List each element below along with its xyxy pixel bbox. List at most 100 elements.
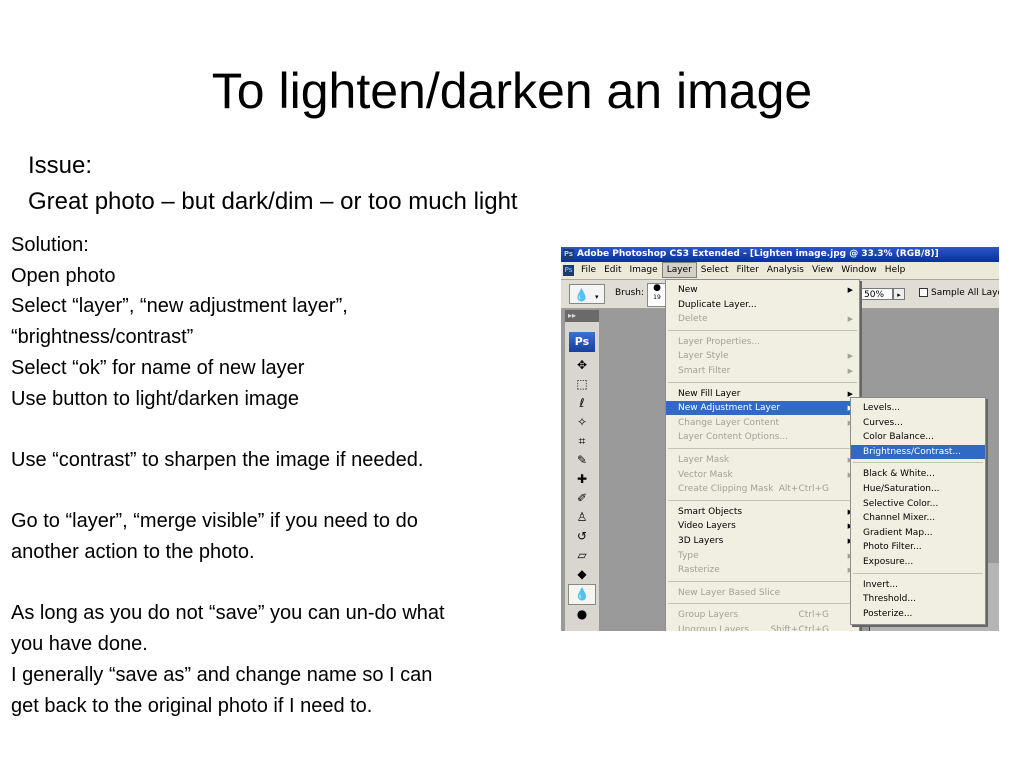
menu-item-gradient-map[interactable]: Gradient Map...: [851, 526, 985, 540]
crop-icon[interactable]: ⌗: [565, 432, 599, 451]
menu-item-threshold[interactable]: Threshold...: [851, 592, 985, 606]
menu-item-new-layer-based-slice[interactable]: New Layer Based Slice: [666, 586, 859, 600]
menu-item-label: Layer Content Options...: [678, 432, 788, 443]
menu-item-group-layers[interactable]: Group Layers Ctrl+G: [666, 608, 859, 622]
submenu-arrow-icon: ▶: [847, 367, 853, 375]
menu-item-label: Layer Properties...: [678, 336, 761, 347]
menu-item-curves[interactable]: Curves...: [851, 416, 985, 430]
photoshop-screenshot: Ps Adobe Photoshop CS3 Extended - [Lighte…: [561, 247, 999, 631]
menu-item-label: Gradient Map...: [863, 527, 933, 538]
menu-separator: [668, 580, 857, 582]
brush-icon[interactable]: ✐: [565, 489, 599, 508]
menu-item-posterize[interactable]: Posterize...: [851, 607, 985, 621]
history-brush-icon[interactable]: ↺: [565, 527, 599, 546]
brush-label: Brush:: [615, 288, 645, 298]
menu-item-label: Posterize...: [863, 608, 913, 619]
layer-menu: New ▶ Duplicate Layer... Delete ▶ Layer Prope…: [665, 279, 860, 631]
menu-item-channel-mixer[interactable]: Channel Mixer...: [851, 511, 985, 525]
solution-line: I generally “save as” and change name so…: [11, 663, 433, 686]
menu-edit[interactable]: Edit: [600, 262, 625, 279]
toolbox-logo: Ps: [569, 332, 595, 352]
slide-title: To lighten/darken an image: [211, 63, 813, 119]
menu-item-ungroup-layers[interactable]: Ungroup Layers Shift+Ctrl+G: [666, 623, 859, 631]
paint-bucket-icon[interactable]: ◆: [565, 565, 599, 584]
marquee-icon[interactable]: ⬚: [565, 375, 599, 394]
menu-item-hue-saturation[interactable]: Hue/Saturation...: [851, 482, 985, 496]
menu-item-black-white[interactable]: Black & White...: [851, 467, 985, 481]
strength-field[interactable]: 50%: [861, 288, 893, 300]
strength-arrow-button[interactable]: ▸: [893, 288, 905, 300]
menu-file[interactable]: File: [577, 262, 600, 279]
menu-item-exposure[interactable]: Exposure...: [851, 555, 985, 569]
solution-line: another action to the photo.: [11, 541, 255, 563]
menu-item-new-adjustment-layer[interactable]: New Adjustment Layer▶: [666, 401, 859, 416]
menu-item-brightness-contrast[interactable]: Brightness/Contrast...: [851, 444, 985, 459]
menu-item-new-fill-layer[interactable]: New Fill Layer ▶: [666, 387, 859, 401]
drop-icon: 💧: [574, 288, 589, 302]
menu-item-label: Layer Style: [678, 351, 729, 362]
menu-item-label: Black & White...: [863, 469, 935, 480]
menu-help[interactable]: Help: [881, 262, 910, 279]
menu-item-levels[interactable]: Levels...: [851, 401, 985, 415]
menu-bar: Ps File Edit Image Layer Select Filter Analysis…: [561, 262, 999, 280]
document-icon[interactable]: Ps: [563, 265, 574, 276]
menu-view[interactable]: View: [808, 262, 837, 279]
spot-healing-icon[interactable]: ✚: [565, 470, 599, 489]
menu-item-label: Selective Color...: [863, 498, 939, 509]
menu-item-label: Exposure...: [863, 557, 914, 567]
menu-item-layer-style[interactable]: Layer Style ▶: [666, 349, 859, 363]
eraser-icon[interactable]: ▱: [565, 546, 599, 565]
submenu-arrow-icon: ▶: [847, 352, 853, 361]
menu-filter[interactable]: Filter: [733, 262, 763, 279]
menu-layer[interactable]: Layer: [661, 262, 697, 278]
blur-icon[interactable]: 💧: [568, 584, 596, 605]
menu-item-delete[interactable]: Delete ▶: [666, 312, 859, 326]
menu-select[interactable]: Select: [697, 262, 733, 279]
menu-item-3d-layers[interactable]: 3D Layers▶: [666, 534, 859, 548]
menu-analysis[interactable]: Analysis: [763, 262, 808, 279]
menu-item-type[interactable]: Type▶: [666, 549, 859, 563]
brush-picker[interactable]: ● 19: [647, 283, 667, 307]
menu-item-smart-objects[interactable]: Smart Objects▶: [666, 505, 859, 519]
menu-image[interactable]: Image: [626, 262, 662, 279]
tool-preset-picker[interactable]: 💧 ▾: [569, 284, 605, 304]
photoshop-logo-icon: Ps: [563, 249, 574, 260]
dodge-icon[interactable]: ●: [565, 605, 599, 624]
menu-item-video-layers[interactable]: Video Layers▶: [666, 519, 859, 533]
menu-item-photo-filter[interactable]: Photo Filter...: [851, 540, 985, 554]
brush-size: 19: [653, 294, 661, 301]
menu-item-label: Layer Mask: [678, 455, 730, 465]
issue-text: Great photo – but dark/dim – or too much…: [28, 188, 518, 215]
sample-all-layers-checkbox[interactable]: Sample All Layers: [919, 288, 999, 298]
issue-heading: Issue:: [28, 152, 93, 179]
menu-item-layer-content-options[interactable]: Layer Content Options...: [666, 430, 859, 444]
solution-line: Use “contrast” to sharpen the image if n…: [11, 448, 424, 471]
toolbox-header[interactable]: ▸▸: [565, 310, 599, 322]
move-icon[interactable]: ✥: [565, 356, 599, 375]
clone-stamp-icon[interactable]: ♙: [565, 508, 599, 527]
menu-window[interactable]: Window: [837, 262, 881, 279]
solution-line: As long as you do not “save” you can un-…: [11, 602, 445, 625]
menu-item-label: Type: [678, 550, 699, 561]
menu-item-shortcut: Ctrl+G: [798, 610, 829, 621]
menu-item-vector-mask[interactable]: Vector Mask▶: [666, 468, 859, 482]
menu-item-layer-mask[interactable]: Layer Mask▶: [666, 453, 859, 467]
menu-item-new[interactable]: New ▶: [666, 283, 859, 297]
menu-item-label: New: [678, 285, 698, 295]
magic-wand-icon[interactable]: ✧: [565, 413, 599, 432]
menu-item-rasterize[interactable]: Rasterize▶: [666, 563, 859, 577]
solution-line: Select “ok” for name of new layer: [11, 356, 305, 379]
menu-item-duplicate-layer[interactable]: Duplicate Layer...: [666, 298, 859, 312]
solution-line: “brightness/contrast”: [11, 326, 194, 349]
eyedropper-icon[interactable]: ✎: [565, 451, 599, 470]
menu-item-change-layer-content[interactable]: Change Layer Content▶: [666, 416, 859, 430]
menu-item-invert[interactable]: Invert...: [851, 578, 985, 592]
solution-block: Solution: Open photo Select “layer”, “new …: [11, 230, 551, 721]
menu-item-layer-properties[interactable]: Layer Properties...: [666, 335, 859, 349]
menu-item-smart-filter[interactable]: Smart Filter ▶: [666, 364, 859, 378]
menu-item-color-balance[interactable]: Color Balance...: [851, 430, 985, 444]
menu-item-selective-color[interactable]: Selective Color...: [851, 497, 985, 511]
lasso-icon[interactable]: ℓ: [565, 394, 599, 413]
menu-item-label: New Fill Layer: [678, 388, 741, 399]
menu-item-create-clipping-mask[interactable]: Create Clipping Mask Alt+Ctrl+G: [666, 482, 859, 496]
